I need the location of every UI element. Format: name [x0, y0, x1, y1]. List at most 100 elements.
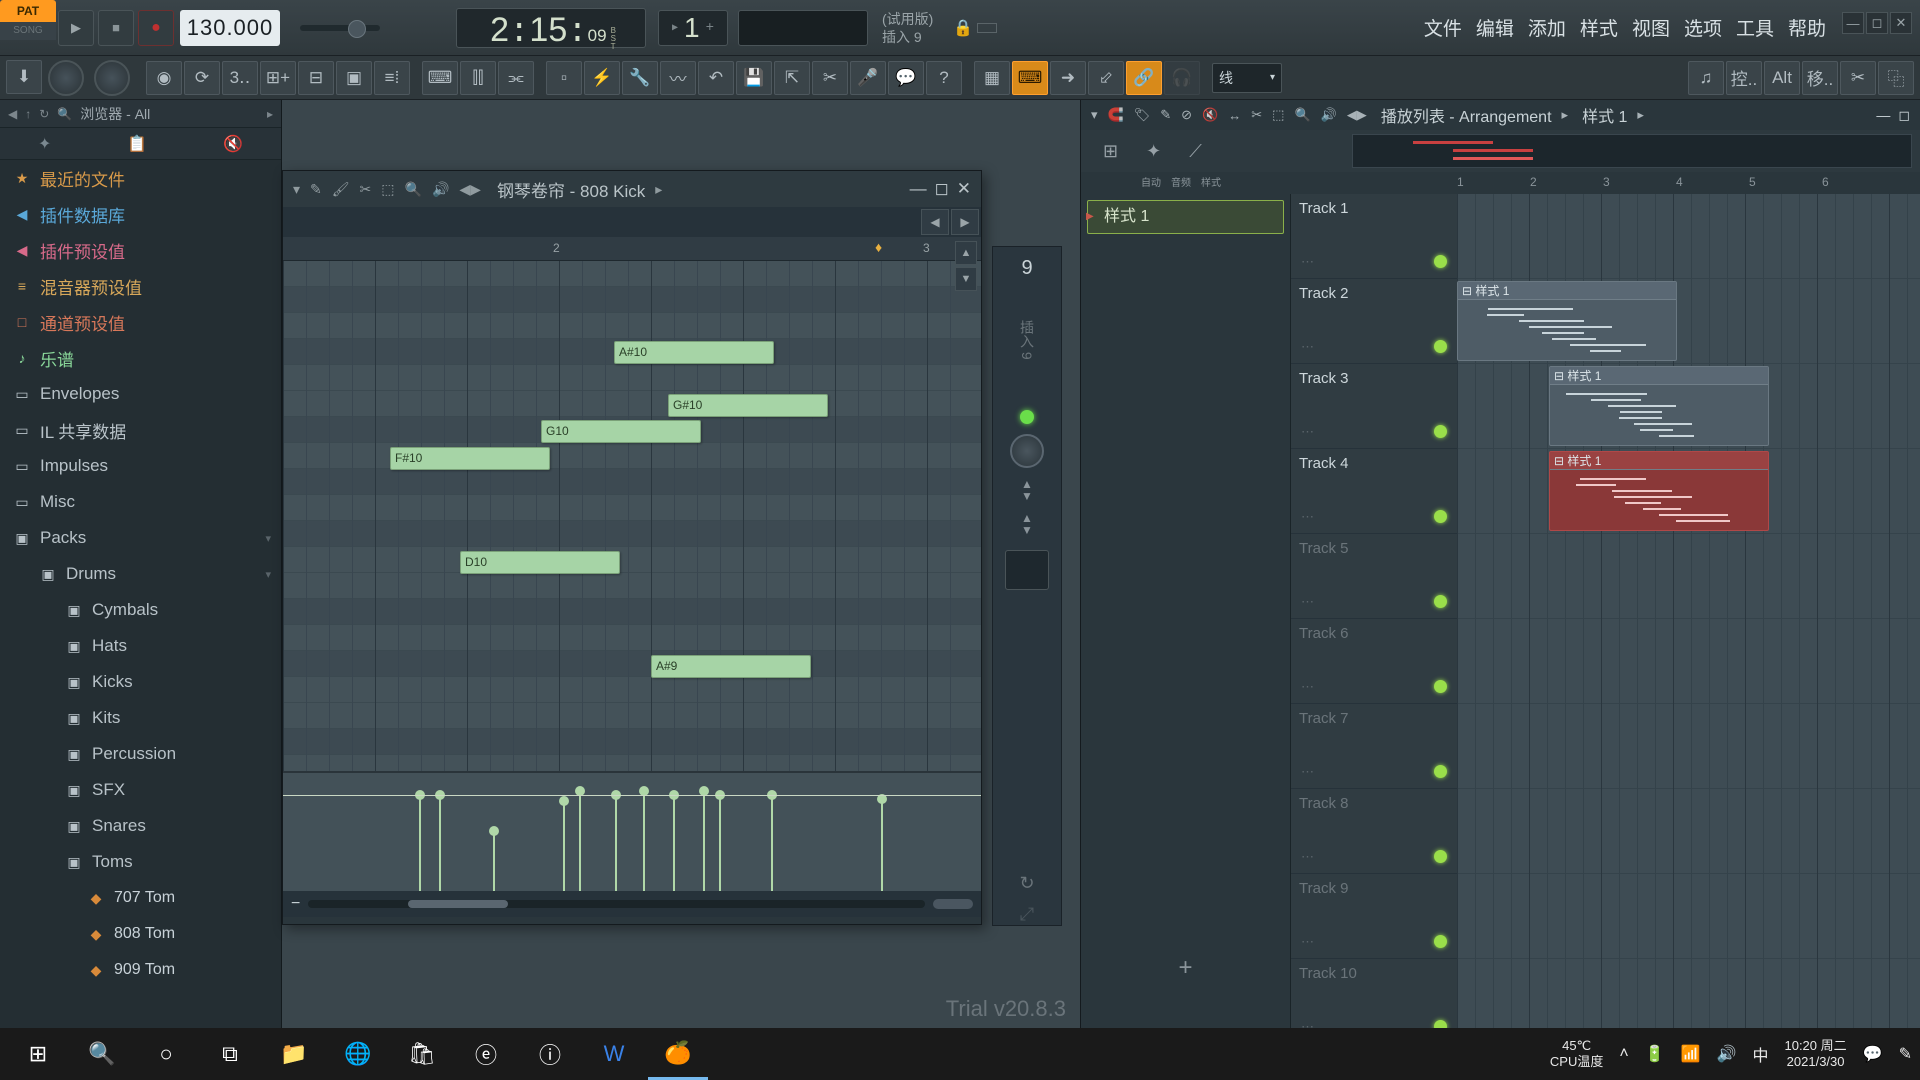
pattern-clip[interactable]: 样式 1 [1087, 200, 1284, 234]
mute-icon[interactable]: 🔇 [223, 134, 243, 154]
velocity-bar[interactable] [563, 801, 565, 891]
pr-tool-draw-icon[interactable]: ✎ [310, 181, 322, 198]
piano-roll-titlebar[interactable]: ▾ ✎ 🖌 ✂ ⬚ 🔍 🔊 ◀▶ 钢琴卷帘 - 808 Kick ▸ — ◻ ✕ [283, 171, 981, 207]
velocity-bar[interactable] [493, 831, 495, 891]
track-led-icon[interactable] [1434, 765, 1447, 778]
piano-roll-ruler[interactable]: 2 3 ♦ [283, 237, 981, 261]
cortana-icon[interactable]: ○ [136, 1028, 196, 1080]
pr-tool-zoom-icon[interactable]: 🔍 [405, 181, 422, 198]
nav-fwd-icon[interactable]: ↻ [39, 107, 49, 121]
velocity-bar[interactable] [673, 795, 675, 891]
browser-folder[interactable]: ▣SFX [0, 772, 281, 808]
loop-icon[interactable]: ↻ [1019, 873, 1034, 894]
nav-up-icon[interactable]: ↑ [25, 107, 31, 121]
browser-folder[interactable]: ▣Kicks [0, 664, 281, 700]
velocity-bar[interactable] [719, 795, 721, 891]
velocity-bar[interactable] [771, 795, 773, 891]
pl-min-icon[interactable]: — [1876, 107, 1890, 124]
swing-slider[interactable] [300, 25, 380, 31]
plug-icon[interactable]: ⚡ [584, 61, 620, 95]
browser-folder-packs[interactable]: ▣Packs▾ [0, 520, 281, 556]
menu-pattern[interactable]: 样式 [1576, 12, 1622, 43]
sliders-icon[interactable]: ⫿⫿ [460, 61, 496, 95]
browser-item[interactable]: ▭IL 共享数据 [0, 412, 281, 448]
pr-max-icon[interactable]: ◻ [935, 179, 949, 199]
pr-scroll-left-icon[interactable]: ◀ [921, 209, 949, 235]
menu-add[interactable]: 添加 [1524, 12, 1570, 43]
midi-note[interactable]: G10 [541, 420, 701, 443]
midi-note[interactable]: A#9 [651, 655, 811, 678]
chat-icon[interactable]: 💬 [888, 61, 924, 95]
pl-slice-icon[interactable]: ✂ [1251, 107, 1262, 123]
velocity-bar[interactable] [419, 795, 421, 891]
view-playlist-icon[interactable]: ▦ [974, 61, 1010, 95]
step-edit-icon[interactable]: ≡⁞ [374, 61, 410, 95]
pl-zoom-icon[interactable]: 🔍 [1294, 107, 1310, 123]
pr-vscroll-up-icon[interactable]: ▲ [955, 241, 977, 265]
playlist-clip[interactable]: ⊟ 样式 1 [1549, 451, 1769, 531]
pr-menu-icon[interactable]: ▾ [293, 181, 300, 198]
stop-button[interactable] [98, 10, 134, 46]
velocity-bar[interactable] [615, 795, 617, 891]
search-button[interactable]: 🔍 [72, 1028, 132, 1080]
pattern-selector[interactable]: 1 [658, 10, 728, 46]
save-icon[interactable]: ⬇ [6, 60, 42, 94]
wifi-icon[interactable]: 📶 [1681, 1044, 1701, 1064]
pl-tab-pattern-icon[interactable]: ⊞ [1103, 141, 1118, 162]
tool-ctrl-icon[interactable]: 控.. [1726, 61, 1762, 95]
overdub-icon[interactable]: ⊞+ [260, 61, 296, 95]
track-led-icon[interactable] [1434, 850, 1447, 863]
pr-minimize-icon[interactable]: — [910, 179, 927, 199]
taskview-icon[interactable]: ⧉ [200, 1028, 260, 1080]
browser-folder[interactable]: ▣Hats [0, 628, 281, 664]
new-icon[interactable]: ▫ [546, 61, 582, 95]
nudge-up-icon[interactable]: ▲▼ [1021, 478, 1033, 502]
pl-magnet-icon[interactable]: 🧲 [1108, 107, 1124, 123]
wave-icon[interactable]: 〰 [660, 61, 696, 95]
tool-copy-icon[interactable]: ⿻ [1878, 61, 1914, 95]
menu-tools[interactable]: 工具 [1732, 12, 1778, 43]
velocity-bar[interactable] [881, 799, 883, 891]
time-display[interactable]: 2:15:09 BST [456, 8, 646, 48]
browser-folder[interactable]: ▣Toms [0, 844, 281, 880]
ime-icon[interactable]: 中 [1752, 1042, 1768, 1066]
track-header[interactable]: Track 7⋯ [1291, 704, 1457, 789]
midi-note[interactable]: A#10 [614, 341, 774, 364]
browser-item[interactable]: ≡混音器预设值 [0, 268, 281, 304]
browser-folder[interactable]: ▣Kits [0, 700, 281, 736]
link-icon[interactable]: ⫘ [498, 61, 534, 95]
wait-icon[interactable]: ⟳ [184, 61, 220, 95]
volume-icon[interactable]: 🔊 [1717, 1044, 1737, 1064]
tempo-display[interactable]: 130.000 [180, 10, 280, 46]
track-header[interactable]: Track 3⋯ [1291, 364, 1457, 449]
insert-number[interactable]: 9 [1021, 257, 1032, 280]
pat-song-toggle[interactable]: PAT SONG [0, 0, 56, 56]
menu-options[interactable]: 选项 [1680, 12, 1726, 43]
browser-item[interactable]: ◀插件数据库 [0, 196, 281, 232]
collapse-icon[interactable]: ✦ [38, 134, 51, 154]
piano-roll-grid[interactable]: A#10G#10G10F#10D10A#9 [283, 261, 981, 771]
nudge2-icon[interactable]: ▲▼ [1021, 512, 1033, 536]
velocity-bar[interactable] [643, 791, 645, 891]
metronome-icon[interactable]: ◉ [146, 61, 182, 95]
view-mixer-icon[interactable]: ⬃ [1088, 61, 1124, 95]
pr-scroll-track[interactable] [308, 900, 925, 908]
track-led-icon[interactable] [1434, 255, 1447, 268]
pr-zoom-handle[interactable] [933, 899, 973, 909]
play-button[interactable] [58, 10, 94, 46]
midi-note[interactable]: D10 [460, 551, 620, 574]
pr-nav-icon[interactable]: ◀▶ [459, 181, 481, 198]
velocity-editor[interactable] [283, 771, 981, 891]
menu-view[interactable]: 视图 [1628, 12, 1674, 43]
clipboard-icon[interactable]: 📋 [127, 134, 147, 154]
save2-icon[interactable]: 💾 [736, 61, 772, 95]
browser-header[interactable]: ◀ ↑ ↻ 🔍 浏览器 - All ▸ [0, 100, 281, 128]
pr-vscroll-down-icon[interactable]: ▼ [955, 267, 977, 291]
browser-folder[interactable]: ▣Percussion [0, 736, 281, 772]
cut-icon[interactable]: ✂ [812, 61, 848, 95]
track-led-icon[interactable] [1434, 425, 1447, 438]
view-pianoroll-icon[interactable]: ⌨ [1012, 61, 1048, 95]
midi-note[interactable]: F#10 [390, 447, 550, 470]
view-browser-icon[interactable]: 🔗 [1126, 61, 1162, 95]
pl-mute-icon[interactable]: 🔇 [1202, 107, 1218, 123]
